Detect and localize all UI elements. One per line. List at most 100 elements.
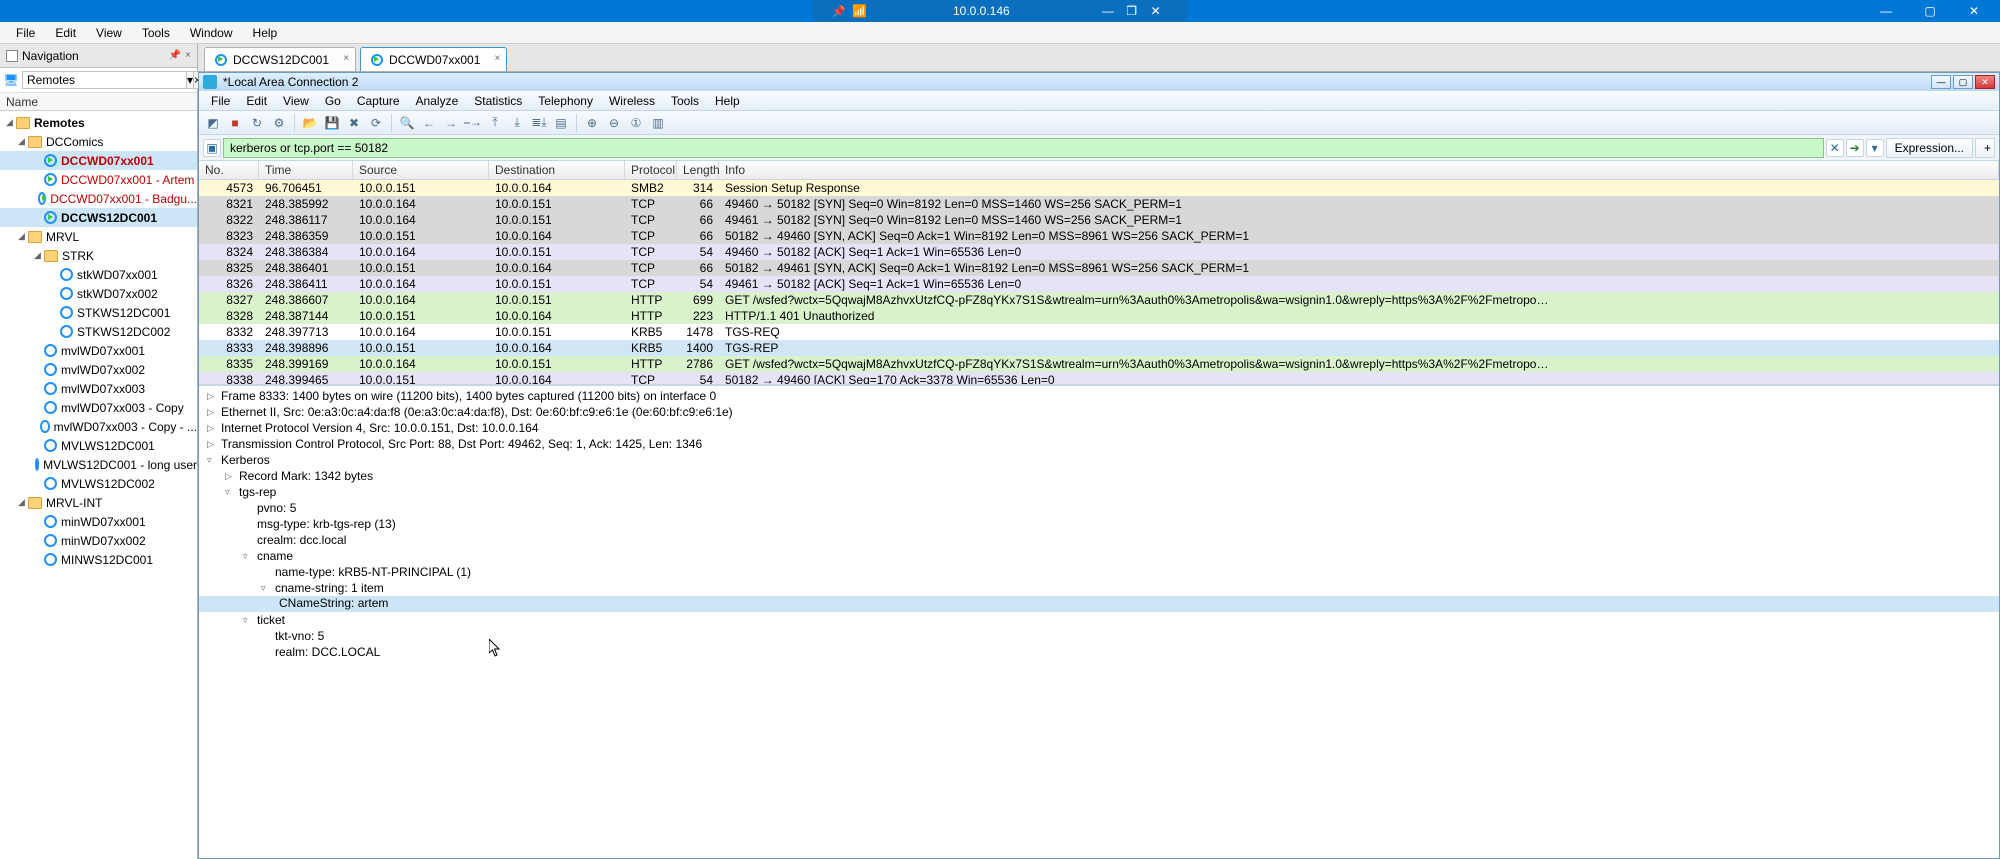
ws-menu-help[interactable]: Help [707, 94, 748, 108]
restart-capture-icon[interactable]: ↻ [247, 113, 267, 133]
packet-details-pane[interactable]: ▷Frame 8333: 1400 bytes on wire (11200 b… [199, 386, 1999, 858]
filter-recent-icon[interactable]: ▾ [1866, 139, 1884, 157]
goto-packet-icon[interactable]: ⎯→ [463, 113, 483, 133]
twisty-icon[interactable]: ◢ [6, 117, 16, 128]
remotes-filter-input[interactable] [22, 71, 187, 89]
detail-twisty-icon[interactable]: ▷ [207, 407, 221, 418]
detail-line[interactable]: CNameString: artem [199, 596, 1999, 612]
tree-session[interactable]: mvlWD07xx001 [0, 341, 197, 360]
ws-menu-go[interactable]: Go [317, 94, 349, 108]
detail-line[interactable]: ▿ticket [199, 612, 1999, 628]
detail-twisty-icon[interactable]: ▷ [225, 471, 239, 482]
tree-session[interactable]: minWD07xx002 [0, 531, 197, 550]
close-panel-icon[interactable]: × [185, 50, 191, 61]
detail-twisty-icon[interactable]: ▷ [207, 391, 221, 402]
filter-expression-button[interactable]: Expression... [1886, 138, 1973, 158]
remotes-tree[interactable]: ◢Remotes◢DCComicsDCCWD07xx001DCCWD07xx00… [0, 111, 197, 859]
detail-line[interactable]: ▿cname-string: 1 item [199, 580, 1999, 596]
detail-twisty-icon[interactable]: ▷ [207, 423, 221, 434]
packet-row[interactable]: 8321248.38599210.0.0.16410.0.0.151TCP664… [199, 196, 1999, 212]
packet-row[interactable]: 8323248.38635910.0.0.15110.0.0.164TCP665… [199, 228, 1999, 244]
detail-line[interactable]: ▿Kerberos [199, 452, 1999, 468]
detail-line[interactable]: pvno: 5 [199, 500, 1999, 516]
tree-session[interactable]: mvlWD07xx003 [0, 379, 197, 398]
filter-bookmark-icon[interactable]: ▣ [203, 139, 221, 157]
rdp-minimize-icon[interactable]: — [1096, 2, 1120, 20]
colorize-icon[interactable]: ▤ [551, 113, 571, 133]
tree-column-header[interactable]: Name [0, 93, 197, 111]
tab-close-icon[interactable]: × [495, 53, 501, 64]
go-forward-icon[interactable]: → [441, 113, 461, 133]
tree-folder[interactable]: ◢STRK [0, 246, 197, 265]
save-file-icon[interactable]: 💾 [322, 113, 342, 133]
col-proto[interactable]: Protocol [625, 161, 677, 179]
tree-session[interactable]: stkWD07xx001 [0, 265, 197, 284]
wireshark-title-bar[interactable]: *Local Area Connection 2 — ▢ ✕ [199, 73, 1999, 91]
detail-line[interactable]: crealm: dcc.local [199, 532, 1999, 548]
detail-line[interactable]: ▷Frame 8333: 1400 bytes on wire (11200 b… [199, 388, 1999, 404]
find-packet-icon[interactable]: 🔍 [397, 113, 417, 133]
tree-folder[interactable]: ◢MRVL [0, 227, 197, 246]
twisty-icon[interactable]: ◢ [18, 497, 28, 508]
ws-menu-edit[interactable]: Edit [238, 94, 275, 108]
packet-row[interactable]: 8338248.39946510.0.0.15110.0.0.164TCP545… [199, 372, 1999, 384]
host-menu-help[interactable]: Help [243, 24, 288, 42]
detail-twisty-icon[interactable]: ▿ [243, 615, 257, 626]
tree-session[interactable]: mvlWD07xx003 - Copy [0, 398, 197, 417]
tree-session[interactable]: mvlWD07xx002 [0, 360, 197, 379]
packet-row[interactable]: 8332248.39771310.0.0.16410.0.0.151KRB514… [199, 324, 1999, 340]
packet-row[interactable]: 8335248.39916910.0.0.16410.0.0.151HTTP27… [199, 356, 1999, 372]
rdp-close-icon[interactable]: ✕ [1144, 2, 1168, 20]
tree-session[interactable]: MVLWS12DC002 [0, 474, 197, 493]
packet-row[interactable]: 457396.70645110.0.0.15110.0.0.164SMB2314… [199, 180, 1999, 196]
detail-twisty-icon[interactable]: ▿ [261, 583, 275, 594]
detail-line[interactable]: name-type: kRB5-NT-PRINCIPAL (1) [199, 564, 1999, 580]
col-time[interactable]: Time [259, 161, 353, 179]
packet-row[interactable]: 8326248.38641110.0.0.16410.0.0.151TCP544… [199, 276, 1999, 292]
ws-menu-file[interactable]: File [203, 94, 238, 108]
list-interfaces-icon[interactable]: ◩ [203, 113, 223, 133]
reload-icon[interactable]: ⟳ [366, 113, 386, 133]
detail-line[interactable]: ▷Internet Protocol Version 4, Src: 10.0.… [199, 420, 1999, 436]
filter-apply-icon[interactable]: ➔ [1846, 139, 1864, 157]
rdp-connection-bar[interactable]: 📌 📶 10.0.0.146 — ❐ ✕ [812, 0, 1187, 22]
col-no[interactable]: No. [199, 161, 259, 179]
window-close-icon[interactable]: ✕ [1952, 1, 1996, 21]
packet-row[interactable]: 8324248.38638410.0.0.16410.0.0.151TCP544… [199, 244, 1999, 260]
host-menu-edit[interactable]: Edit [45, 24, 86, 42]
col-length[interactable]: Length [677, 161, 719, 179]
ws-menu-tools[interactable]: Tools [663, 94, 707, 108]
window-minimize-icon[interactable]: — [1864, 1, 1908, 21]
zoom-in-icon[interactable]: ⊕ [582, 113, 602, 133]
detail-line[interactable]: ▷Record Mark: 1342 bytes [199, 468, 1999, 484]
col-info[interactable]: Info [719, 161, 1999, 179]
tree-session[interactable]: mvlWD07xx003 - Copy - ... [0, 417, 197, 436]
last-packet-icon[interactable]: ⤓ [507, 113, 527, 133]
host-menu-view[interactable]: View [86, 24, 132, 42]
twisty-icon[interactable]: ◢ [18, 136, 28, 147]
auto-scroll-icon[interactable]: ≣⤓ [529, 113, 549, 133]
detail-twisty-icon[interactable]: ▷ [207, 439, 221, 450]
ws-close-icon[interactable]: ✕ [1975, 75, 1995, 89]
session-tab[interactable]: DCCWD07xx001× [360, 47, 507, 71]
tree-session[interactable]: minWD07xx001 [0, 512, 197, 531]
tree-session[interactable]: DCCWD07xx001 [0, 151, 197, 170]
twisty-icon[interactable]: ◢ [34, 250, 44, 261]
detail-line[interactable]: tkt-vno: 5 [199, 628, 1999, 644]
packet-list-header[interactable]: No. Time Source Destination Protocol Len… [199, 161, 1999, 180]
stop-capture-icon[interactable]: ■ [225, 113, 245, 133]
detail-line[interactable]: realm: DCC.LOCAL [199, 644, 1999, 660]
packet-row[interactable]: 8322248.38611710.0.0.16410.0.0.151TCP664… [199, 212, 1999, 228]
filter-add-button[interactable]: + [1975, 138, 1995, 158]
pin-panel-icon[interactable]: 📌 [169, 50, 181, 61]
session-tab[interactable]: DCCWS12DC001× [204, 47, 356, 71]
tree-session[interactable]: MVLWS12DC001 [0, 436, 197, 455]
packet-row[interactable]: 8328248.38714410.0.0.15110.0.0.164HTTP22… [199, 308, 1999, 324]
tree-session[interactable]: DCCWD07xx001 - Badgu... [0, 189, 197, 208]
filter-clear-icon[interactable]: ✕ [1826, 139, 1844, 157]
col-source[interactable]: Source [353, 161, 489, 179]
twisty-icon[interactable]: ◢ [18, 231, 28, 242]
detail-twisty-icon[interactable]: ▿ [207, 455, 221, 466]
detail-line[interactable]: ▷Transmission Control Protocol, Src Port… [199, 436, 1999, 452]
capture-options-icon[interactable]: ⚙ [269, 113, 289, 133]
